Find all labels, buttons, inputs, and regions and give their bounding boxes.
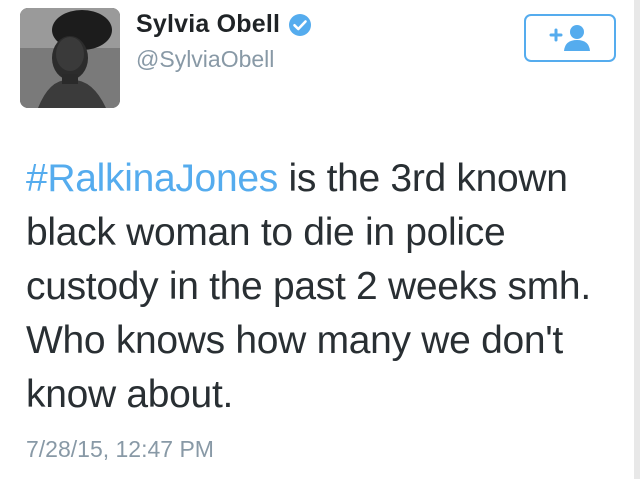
follow-plus-person-icon bbox=[549, 25, 590, 51]
tweet-line: black woman to die in police bbox=[26, 211, 506, 254]
tweet-text-segment: is the 3rd known bbox=[277, 157, 568, 200]
tweet-text: #RalkinaJones is the 3rd known black wom… bbox=[26, 152, 626, 422]
tweet-line: #RalkinaJones is the 3rd known bbox=[26, 152, 626, 206]
avatar[interactable] bbox=[20, 8, 120, 108]
tweet-line: custody in the past 2 weeks smh. bbox=[26, 265, 591, 308]
tweet-detail: Sylvia Obell @SylviaObell #RalkinaJones … bbox=[0, 0, 640, 479]
tweet-line: Who knows how many we don't bbox=[26, 319, 563, 362]
hashtag-link[interactable]: #RalkinaJones bbox=[26, 157, 278, 200]
follow-button[interactable] bbox=[524, 14, 616, 62]
scrollbar-edge bbox=[634, 0, 640, 479]
user-handle[interactable]: @SylviaObell bbox=[136, 46, 274, 73]
name-row: Sylvia Obell bbox=[136, 10, 312, 39]
display-name[interactable]: Sylvia Obell bbox=[136, 10, 280, 39]
verified-badge-icon bbox=[288, 13, 312, 37]
tweet-line: know about. bbox=[26, 373, 234, 416]
tweet-timestamp: 7/28/15, 12:47 PM bbox=[26, 436, 214, 462]
profile-photo bbox=[20, 8, 120, 108]
